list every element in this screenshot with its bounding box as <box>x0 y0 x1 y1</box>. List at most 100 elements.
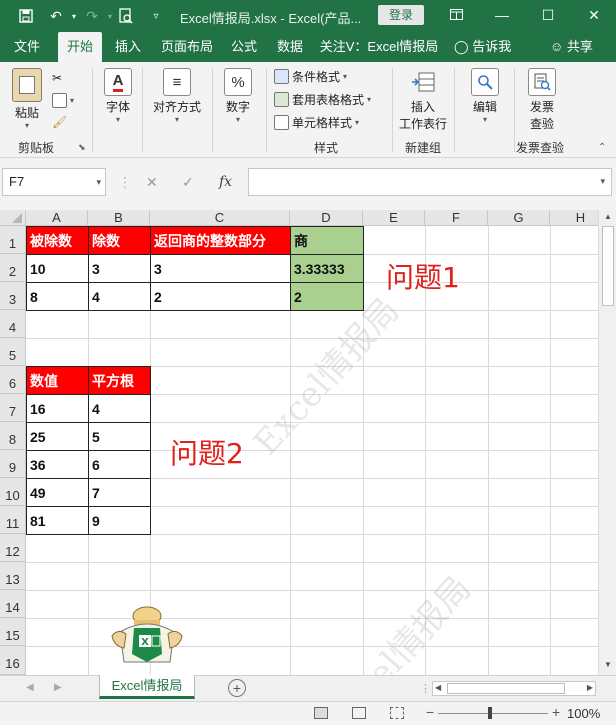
row-header-4[interactable]: 4 <box>0 310 26 338</box>
formula-input[interactable]: ▾ <box>248 168 612 196</box>
table-cell[interactable]: 16 <box>26 394 89 423</box>
sheet-prev-icon[interactable]: ◀ <box>26 682 34 693</box>
row-header-3[interactable]: 3 <box>0 282 26 310</box>
edit-button[interactable]: 编辑 ▾ <box>462 68 508 124</box>
row-header-12[interactable]: 12 <box>0 534 26 562</box>
column-header-c[interactable]: C <box>150 210 290 226</box>
worksheet-grid[interactable]: A B C D E F G H 1 2 3 4 5 6 7 8 9 10 11 … <box>0 210 598 675</box>
table-cell[interactable]: 3 <box>88 254 151 283</box>
select-all-corner[interactable] <box>0 210 26 226</box>
login-button[interactable]: 登录 <box>378 5 424 25</box>
paste-button[interactable]: 粘贴 ▾ <box>8 68 46 130</box>
row-header-14[interactable]: 14 <box>0 590 26 618</box>
table-cell[interactable]: 3 <box>150 254 291 283</box>
vertical-scrollbar[interactable]: ▲ ▼ <box>598 210 616 675</box>
redo-icon[interactable]: ↷ <box>82 6 102 26</box>
horizontal-scrollbar[interactable]: ◀ ▶ <box>432 681 596 696</box>
table-cell[interactable]: 10 <box>26 254 89 283</box>
table-cell[interactable]: 2 <box>290 282 364 311</box>
insert-function-icon[interactable]: fx <box>219 174 232 190</box>
zoom-in-icon[interactable]: + <box>552 704 560 720</box>
row-header-6[interactable]: 6 <box>0 366 26 394</box>
row-header-13[interactable]: 13 <box>0 562 26 590</box>
add-sheet-icon[interactable]: + <box>228 679 246 697</box>
cancel-icon[interactable]: ✕ <box>146 174 158 191</box>
table-cell[interactable]: 4 <box>88 282 151 311</box>
column-header-a[interactable]: A <box>26 210 88 226</box>
name-box[interactable]: F7 ▾ <box>2 168 106 196</box>
table-cell[interactable]: 5 <box>88 422 151 451</box>
table1-header-quotient-int[interactable]: 返回商的整数部分 <box>150 226 291 255</box>
scroll-right-icon[interactable]: ▶ <box>587 683 593 692</box>
undo-dropdown-icon[interactable]: ▾ <box>64 6 84 26</box>
tab-insert[interactable]: 插入 <box>110 32 146 62</box>
tab-file[interactable]: 文件 <box>6 32 48 62</box>
table1-header-divisor[interactable]: 除数 <box>88 226 151 255</box>
row-header-2[interactable]: 2 <box>0 254 26 282</box>
invoice-check-button[interactable]: 发票 查验 <box>522 68 562 132</box>
normal-view-icon[interactable] <box>314 707 328 719</box>
close-icon[interactable]: ✕ <box>580 4 608 26</box>
table-cell[interactable]: 4 <box>88 394 151 423</box>
tell-me-box[interactable]: ◯ 告诉我 <box>454 32 511 62</box>
enter-icon[interactable]: ✓ <box>182 174 194 191</box>
sheet-next-icon[interactable]: ▶ <box>54 682 62 693</box>
row-header-5[interactable]: 5 <box>0 338 26 366</box>
page-break-view-icon[interactable] <box>390 707 404 719</box>
tab-splitter-icon[interactable]: ⋮ <box>420 682 431 695</box>
row-header-8[interactable]: 8 <box>0 422 26 450</box>
table-cell[interactable]: 25 <box>26 422 89 451</box>
tab-data[interactable]: 数据 <box>272 32 308 62</box>
share-button[interactable]: ☺ 共享 <box>550 32 593 62</box>
column-header-f[interactable]: F <box>425 210 488 226</box>
row-header-11[interactable]: 11 <box>0 506 26 534</box>
customize-icon[interactable]: ▿ <box>146 6 166 26</box>
dialog-launcher-icon[interactable]: ⬊ <box>78 142 86 153</box>
table-cell[interactable]: 36 <box>26 450 89 479</box>
zoom-slider-track[interactable] <box>438 713 548 714</box>
sheet-tab-excel[interactable]: Excel情报局 <box>99 675 195 699</box>
scroll-left-icon[interactable]: ◀ <box>435 683 441 692</box>
number-button[interactable]: % 数字 ▾ <box>220 68 256 124</box>
row-header-9[interactable]: 9 <box>0 450 26 478</box>
table1-header-quotient[interactable]: 商 <box>290 226 364 255</box>
expand-formula-icon[interactable]: ▾ <box>600 176 605 187</box>
table-cell[interactable]: 49 <box>26 478 89 507</box>
ribbon-display-icon[interactable] <box>442 4 470 26</box>
undo-icon[interactable]: ↶ <box>46 6 66 26</box>
print-preview-icon[interactable] <box>116 6 136 26</box>
tab-formulas[interactable]: 公式 <box>226 32 262 62</box>
maximize-icon[interactable]: ☐ <box>534 4 562 26</box>
row-header-16[interactable]: 16 <box>0 646 26 675</box>
table-cell[interactable]: 81 <box>26 506 89 535</box>
format-painter-button[interactable]: 🖌 <box>52 112 67 132</box>
table-cell[interactable]: 6 <box>88 450 151 479</box>
tab-home[interactable]: 开始 <box>58 32 102 62</box>
tab-follow[interactable]: 关注V：Excel情报局 <box>318 32 440 62</box>
table-cell[interactable]: 2 <box>150 282 291 311</box>
minimize-icon[interactable]: — <box>488 4 516 26</box>
horizontal-scroll-thumb[interactable] <box>447 683 565 694</box>
column-header-d[interactable]: D <box>290 210 363 226</box>
table-cell[interactable]: 7 <box>88 478 151 507</box>
scroll-up-icon[interactable]: ▲ <box>602 212 614 224</box>
column-header-g[interactable]: G <box>488 210 550 226</box>
table-cell[interactable]: 3.33333 <box>290 254 364 283</box>
row-header-15[interactable]: 15 <box>0 618 26 646</box>
zoom-slider-knob[interactable] <box>488 707 492 719</box>
table-cell[interactable]: 8 <box>26 282 89 311</box>
scroll-thumb[interactable] <box>602 226 614 306</box>
table2-header-sqrt[interactable]: 平方根 <box>88 366 151 395</box>
row-header-1[interactable]: 1 <box>0 226 26 254</box>
row-header-10[interactable]: 10 <box>0 478 26 506</box>
column-header-e[interactable]: E <box>363 210 425 226</box>
column-header-h[interactable]: H <box>550 210 598 226</box>
table-cell[interactable]: 9 <box>88 506 151 535</box>
zoom-out-icon[interactable]: − <box>426 704 434 720</box>
format-as-table-button[interactable]: 套用表格格式 ▾ <box>274 89 371 109</box>
font-button[interactable]: A 字体 ▾ <box>100 68 136 124</box>
save-icon[interactable] <box>16 6 36 26</box>
conditional-format-button[interactable]: 条件格式 ▾ <box>274 66 347 86</box>
cell-styles-button[interactable]: 单元格样式 ▾ <box>274 112 359 132</box>
column-header-b[interactable]: B <box>88 210 150 226</box>
